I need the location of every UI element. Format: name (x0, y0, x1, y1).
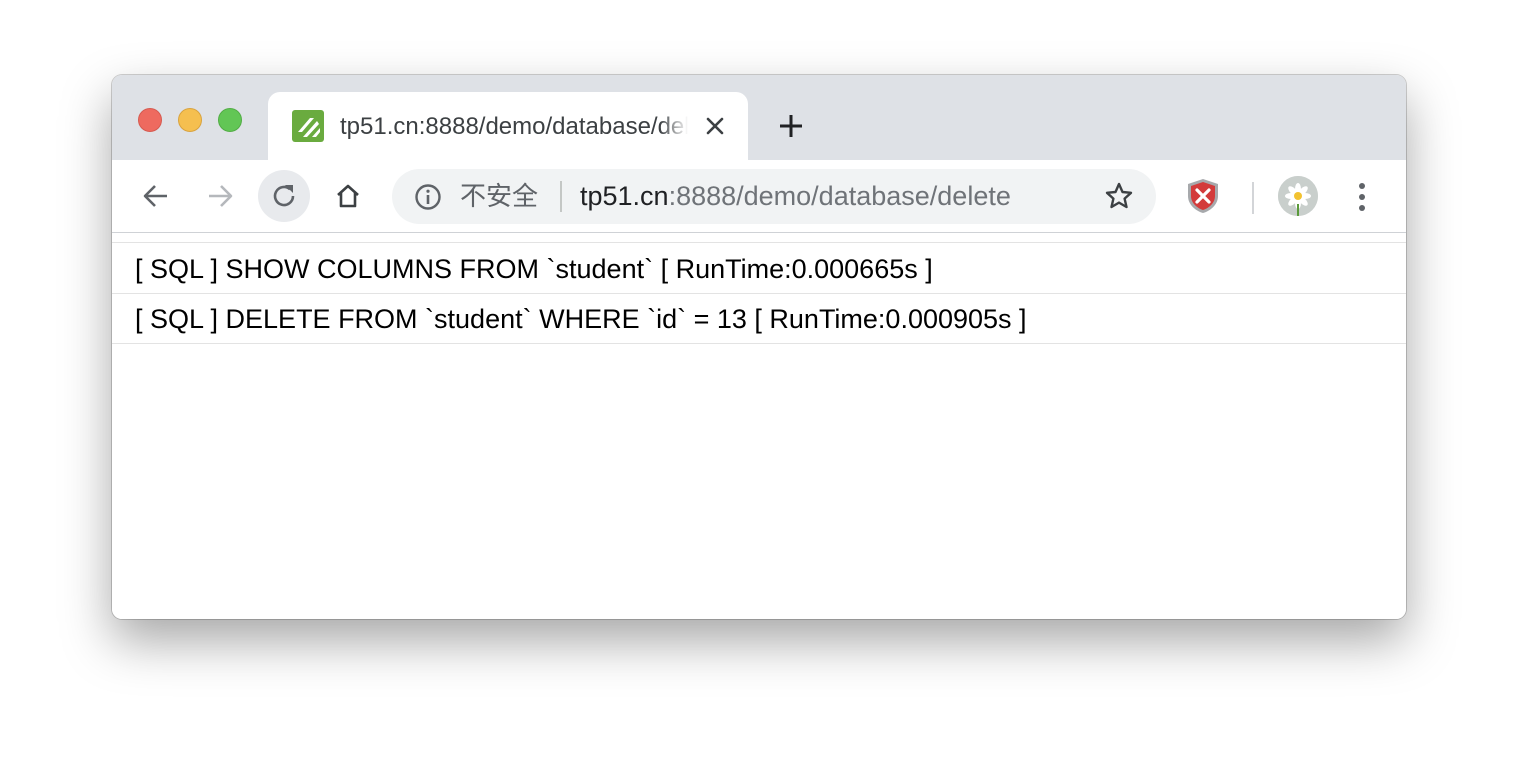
tab-title: tp51.cn:8888/demo/database/delete (340, 113, 688, 140)
window-maximize-button[interactable] (218, 108, 242, 132)
info-icon[interactable] (414, 183, 442, 211)
daisy-icon (1278, 176, 1318, 216)
omnibox-divider (560, 181, 562, 212)
reload-button[interactable] (258, 170, 310, 222)
url-text[interactable]: tp51.cn:8888/demo/database/delete (580, 181, 1011, 211)
avatar[interactable] (1278, 176, 1318, 216)
home-button[interactable] (322, 170, 374, 222)
browser-window: tp51.cn:8888/demo/database/delete 不安全 tp… (112, 75, 1406, 619)
plus-icon[interactable] (778, 113, 804, 139)
arrow-left-icon (143, 185, 167, 207)
back-button[interactable] (130, 170, 182, 222)
arrow-right-icon (209, 185, 233, 207)
log-row: [ SQL ] DELETE FROM `student` WHERE `id`… (112, 295, 1406, 344)
window-minimize-button[interactable] (178, 108, 202, 132)
kebab-menu-icon[interactable] (1350, 180, 1374, 214)
toolbar: 不安全 tp51.cn:8888/demo/database/delete (112, 160, 1406, 233)
tab-active[interactable]: tp51.cn:8888/demo/database/delete (268, 92, 748, 162)
reload-icon (273, 185, 295, 207)
window-close-button[interactable] (138, 108, 162, 132)
log-row: [ SQL ] SHOW COLUMNS FROM `student` [ Ru… (112, 245, 1406, 294)
tab-strip: tp51.cn:8888/demo/database/delete (112, 75, 1406, 162)
security-label[interactable]: 不安全 (460, 181, 538, 211)
address-bar[interactable]: 不安全 tp51.cn:8888/demo/database/delete (392, 169, 1156, 224)
thinkphp-favicon-icon (292, 110, 324, 142)
log-row-clipped (112, 233, 1406, 243)
toolbar-divider (1252, 182, 1254, 214)
url-host: tp51.cn (580, 181, 669, 211)
forward-button[interactable] (194, 170, 246, 222)
shield-x-icon[interactable] (1186, 178, 1220, 214)
home-icon (337, 184, 359, 208)
star-icon[interactable] (1104, 181, 1134, 211)
page-content: [ SQL ] SHOW COLUMNS FROM `student` [ Ru… (112, 233, 1406, 619)
url-path: :8888/demo/database/delete (668, 181, 1011, 211)
close-icon[interactable] (704, 115, 726, 137)
